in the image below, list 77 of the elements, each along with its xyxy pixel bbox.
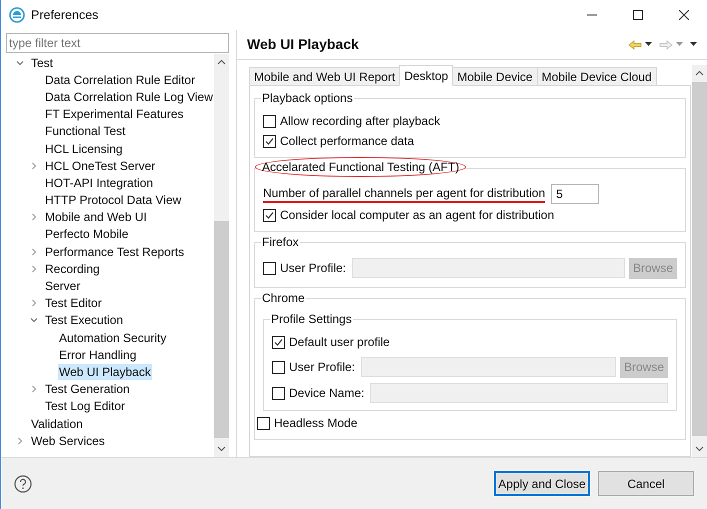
tree-item[interactable]: HCL Licensing	[44, 140, 124, 157]
close-icon	[679, 10, 689, 20]
tree-item[interactable]: Error Handling	[58, 346, 138, 363]
chevron-down-icon[interactable]	[16, 58, 24, 67]
tree-item[interactable]: FT Experimental Features	[44, 106, 184, 122]
tree-item[interactable]: Data Correlation Rule Editor	[44, 72, 196, 88]
tree-item[interactable]: Test Execution	[44, 312, 124, 328]
cancel-button[interactable]: Cancel	[598, 471, 694, 496]
group-title: Playback options	[261, 90, 354, 106]
chevron-right-icon[interactable]	[30, 248, 38, 256]
view-menu-icon[interactable]	[690, 42, 697, 47]
chevron-right-icon[interactable]	[30, 213, 38, 222]
tree-item[interactable]: Perfecto Mobile	[44, 226, 130, 242]
page-title: Web UI Playback	[247, 35, 359, 54]
maximize-icon	[633, 10, 643, 20]
checkbox-label: Headless Mode	[274, 415, 358, 432]
scroll-down-icon[interactable]	[217, 444, 226, 453]
checkbox-label: Allow recording after playback	[280, 113, 440, 130]
tree-item[interactable]: Recording	[44, 260, 101, 277]
checkbox[interactable]	[263, 114, 276, 128]
tree-item[interactable]: HTTP Protocol Data View	[44, 192, 182, 208]
checkbox[interactable]	[263, 262, 276, 274]
tree-item[interactable]: Data Correlation Rule Log View	[44, 88, 214, 105]
checkbox[interactable]	[257, 416, 270, 430]
tree-item[interactable]: Functional Test	[44, 123, 126, 140]
tree-item[interactable]: Test	[30, 54, 54, 71]
checkbox-label: Consider local computer as an agent for distribution	[280, 207, 554, 224]
tree-item[interactable]: Web UI Playback	[58, 364, 152, 380]
checkbox-label: User Profile:	[280, 260, 346, 277]
tab[interactable]: Desktop	[399, 65, 454, 86]
scrollbar[interactable]	[214, 54, 229, 457]
filter-field[interactable]: type filter text	[6, 33, 229, 53]
chevron-right-icon[interactable]	[30, 385, 38, 394]
window-title: Preferences	[31, 6, 98, 24]
chevron-right-icon[interactable]	[30, 299, 38, 308]
checkbox-label: Collect performance data	[280, 133, 414, 150]
chevron-right-icon[interactable]	[30, 162, 38, 170]
dropdown-icon[interactable]	[645, 42, 652, 47]
scroll-up-icon[interactable]	[217, 58, 226, 67]
tree-item[interactable]: Automation Security	[58, 330, 168, 346]
tree-item[interactable]: Mobile and Web UI	[44, 209, 148, 226]
tab[interactable]: Mobile Device Cloud	[536, 67, 657, 86]
apply-and-close-button[interactable]: Apply and Close	[494, 471, 590, 496]
checkbox[interactable]	[263, 208, 276, 222]
chevron-down-icon[interactable]	[30, 316, 38, 324]
device-name-field[interactable]	[370, 383, 668, 403]
help-icon[interactable]	[14, 474, 32, 492]
group-title: Accelarated Functional Testing (AFT)	[262, 159, 460, 175]
tree-item[interactable]: HOT-API Integration	[44, 174, 154, 191]
checkbox-label: Default user profile	[289, 334, 390, 351]
checkbox[interactable]	[263, 134, 276, 148]
tree-item[interactable]: Web Services	[30, 432, 106, 449]
tree-item[interactable]: Test Editor	[44, 295, 103, 312]
tree-item[interactable]: Test Generation	[44, 381, 131, 398]
tree-item[interactable]: Performance Test Reports	[44, 244, 186, 260]
profile-field[interactable]	[352, 258, 625, 278]
chevron-right-icon[interactable]	[16, 436, 24, 445]
tree-item[interactable]: Validation	[30, 416, 84, 432]
checkbox[interactable]	[272, 360, 285, 374]
tab[interactable]: Mobile and Web UI Report	[249, 67, 400, 86]
tree-item[interactable]: Test Log Editor	[44, 398, 126, 414]
tab[interactable]: Mobile Device	[452, 67, 538, 86]
field-label: Number of parallel channels per agent for distribution	[263, 186, 546, 202]
checkbox-label: User Profile:	[289, 359, 356, 376]
checkbox[interactable]	[272, 336, 285, 348]
chevron-right-icon[interactable]	[30, 264, 38, 273]
app-logo-icon	[9, 7, 25, 23]
channels-field[interactable]: 5	[551, 184, 600, 204]
tree-item[interactable]: HCL OneTest Server	[44, 158, 156, 174]
tree-item[interactable]: Server	[44, 278, 82, 294]
checkbox[interactable]	[272, 386, 285, 400]
profile-field[interactable]	[361, 357, 616, 377]
scrollbar-thumb[interactable]	[214, 221, 229, 438]
scroll-up-icon[interactable]	[695, 69, 704, 78]
scroll-down-icon[interactable]	[695, 444, 704, 453]
checkbox-label: Device Name:	[289, 385, 364, 402]
group-title: Profile Settings	[270, 311, 353, 327]
